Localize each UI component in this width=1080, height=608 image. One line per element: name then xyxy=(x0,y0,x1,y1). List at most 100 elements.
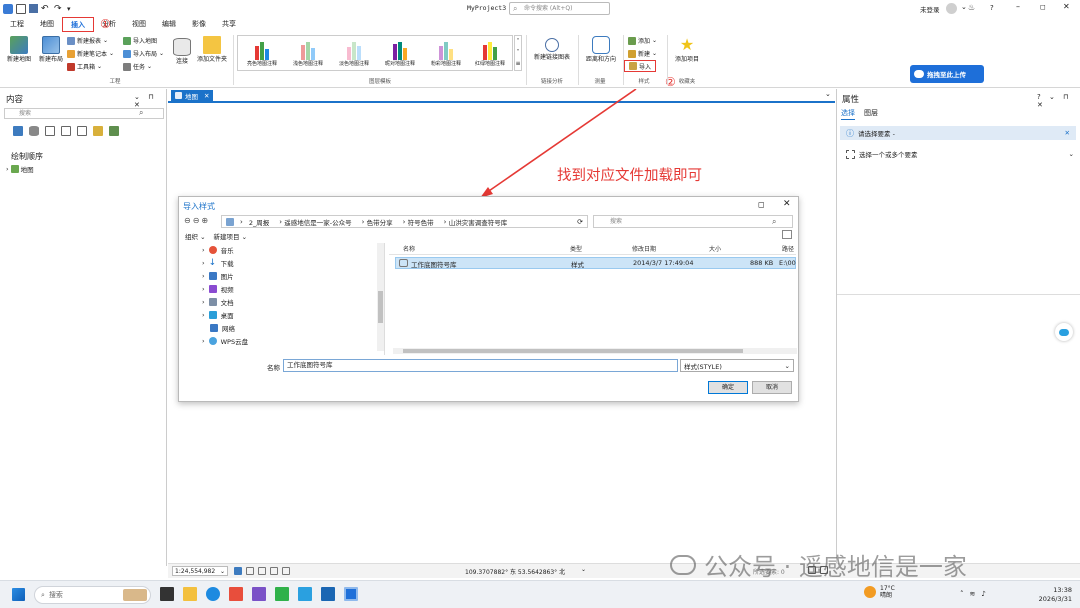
tree-item[interactable]: › 图片 xyxy=(202,271,234,281)
minimize-icon[interactable]: – xyxy=(1016,2,1020,11)
gallery-item[interactable]: 红绿地图注释 xyxy=(468,38,512,67)
task-button[interactable]: 任务 ⌄ xyxy=(123,62,152,71)
close-icon[interactable]: ✕ xyxy=(1065,129,1070,137)
new-item-button[interactable]: 新建项目 ⌄ xyxy=(214,231,248,241)
tab-imagery[interactable]: 影像 xyxy=(184,17,214,32)
tab-map-view[interactable]: 地图 ✕ xyxy=(171,90,214,101)
pane-controls[interactable]: ? ⌄ ⊓ ✕ xyxy=(1037,93,1080,109)
notification-icon[interactable]: ♨ xyxy=(968,3,975,12)
maximize-icon[interactable]: ◻ xyxy=(1040,3,1046,11)
select-features-row[interactable]: 选择一个或多个要素 ⌄ xyxy=(846,149,1074,159)
tab-layer[interactable]: 图层 xyxy=(864,108,878,118)
gallery-item[interactable]: 亮色地图注释 xyxy=(240,38,284,67)
gallery-item[interactable]: 浅色地图注释 xyxy=(286,38,330,67)
new-link-chart-button[interactable]: 新建链接图表 xyxy=(530,36,574,61)
drawing-order-icon[interactable] xyxy=(13,126,23,136)
close-icon[interactable]: ✕ xyxy=(1063,2,1070,11)
pane-controls[interactable]: ⌄ ⊓ ✕ xyxy=(134,93,166,109)
filename-input[interactable]: 工作底图符号库 xyxy=(283,359,678,372)
rotate-icon[interactable] xyxy=(270,567,278,575)
arcgis-pro-icon[interactable] xyxy=(344,587,358,601)
style-import-button[interactable]: 导入 xyxy=(624,60,657,72)
save-icon[interactable] xyxy=(29,4,38,13)
tab-view[interactable]: 视图 xyxy=(124,17,154,32)
upload-button[interactable]: 拖拽至此上传 xyxy=(910,65,984,83)
cancel-button[interactable]: 取消 xyxy=(752,381,792,394)
contents-search-input[interactable]: ⏷ 搜索 ⌕ xyxy=(4,108,164,119)
ok-button[interactable]: 确定 xyxy=(708,381,748,394)
windows-start-icon[interactable] xyxy=(12,588,25,601)
file-type-select[interactable]: 样式(STYLE) ⌄ xyxy=(680,359,794,372)
column-modified[interactable]: 修改日期 xyxy=(632,244,656,253)
refresh-icon[interactable]: ⟳ xyxy=(577,218,583,226)
path-segment[interactable]: 符号色带 xyxy=(408,217,434,227)
scrollbar-thumb[interactable] xyxy=(403,349,743,353)
import-layout-button[interactable]: 导入布局 ⌄ xyxy=(123,49,164,58)
volume-icon[interactable]: ♪ xyxy=(981,590,985,598)
wps-icon[interactable] xyxy=(229,587,243,601)
horizontal-scrollbar[interactable] xyxy=(393,348,797,354)
up-icon[interactable]: ⊕ xyxy=(201,216,208,225)
path-segment[interactable]: 山洪灾害调查符号库 xyxy=(449,217,508,227)
close-icon[interactable]: ✕ xyxy=(204,92,209,100)
taskbar-search[interactable]: ⌕ 搜索 xyxy=(34,586,151,604)
path-segment[interactable]: 遥感地信是一家-公众号 xyxy=(284,217,351,227)
tree-item[interactable]: › ↓ 下载 xyxy=(202,258,234,269)
refresh-icon[interactable] xyxy=(282,567,290,575)
editing-icon[interactable] xyxy=(61,126,71,136)
pan-icon[interactable] xyxy=(258,567,266,575)
snapping-icon[interactable] xyxy=(77,126,87,136)
column-type[interactable]: 类型 xyxy=(570,244,582,253)
path-segment[interactable]: 2_周报 xyxy=(249,217,269,227)
open-icon[interactable] xyxy=(16,3,26,14)
scale-select[interactable]: 1:24,554,982 ⌄ xyxy=(172,566,228,576)
help-icon[interactable]: ? xyxy=(990,4,994,12)
customize-icon[interactable]: ▾ xyxy=(67,4,77,14)
chevron-down-icon[interactable]: ⌄ xyxy=(581,566,586,573)
selection-icon[interactable] xyxy=(45,126,55,136)
wechat-icon[interactable] xyxy=(275,587,289,601)
tree-item[interactable]: 网络 xyxy=(202,323,235,333)
dialog-search-input[interactable]: 搜索 ⌕ xyxy=(593,215,793,228)
map-tree-item[interactable]: › 地图 xyxy=(6,164,34,174)
organize-button[interactable]: 组织 ⌄ xyxy=(185,231,206,241)
address-bar[interactable]: › 2_周报 › 遥感地信是一家-公众号 › 色带分享 › 符号色带 › 山洪灾害调查符… xyxy=(221,215,588,228)
grid-icon[interactable] xyxy=(246,567,254,575)
cloud-icon[interactable] xyxy=(298,587,312,601)
chevron-down-icon[interactable]: ⌄ xyxy=(961,3,967,11)
user-label[interactable]: 未登录 xyxy=(920,4,940,14)
task-view-icon[interactable] xyxy=(160,587,174,601)
fixed-zoom-icon[interactable] xyxy=(234,567,242,575)
command-search[interactable]: ⌕ 命令搜索 (Alt+Q) xyxy=(509,2,610,15)
file-row[interactable]: 工作底图符号库 样式 2014/3/7 17:49:04 888 KB E:\0… xyxy=(395,257,796,269)
weather-widget[interactable]: 17°C 晴朗 xyxy=(864,585,895,599)
column-size[interactable]: 大小 xyxy=(709,244,721,253)
column-path[interactable]: 路径 xyxy=(782,244,794,253)
tab-insert[interactable]: 插入 xyxy=(62,17,94,32)
redo-icon[interactable]: ↷ xyxy=(54,4,64,14)
connect-button[interactable]: 连接 xyxy=(171,38,193,65)
tab-select[interactable]: 选择 xyxy=(841,108,855,120)
add-item-button[interactable]: ★ 添加项目 xyxy=(672,36,702,64)
tree-item[interactable]: › 桌面 xyxy=(202,310,234,320)
style-new-button[interactable]: 新建 ⌄ xyxy=(628,49,657,58)
gallery-scroll[interactable]: ˄ ˅ ≡ xyxy=(514,35,522,71)
tree-item[interactable]: › WPS云盘 xyxy=(202,336,248,346)
tree-scrollbar[interactable] xyxy=(377,243,384,351)
column-name[interactable]: 名称 xyxy=(403,244,415,253)
scrollbar-thumb[interactable] xyxy=(378,291,383,323)
new-map-button[interactable]: 新建地图 xyxy=(4,36,34,63)
app-icon[interactable] xyxy=(252,587,266,601)
forward-icon[interactable]: ⊖ xyxy=(193,216,200,225)
gallery-item[interactable]: 昵对地图注释 xyxy=(378,38,422,67)
add-folder-button[interactable]: 添加文件夹 xyxy=(195,36,229,63)
undo-icon[interactable]: ↶ xyxy=(41,4,51,14)
path-segment[interactable]: 色带分享 xyxy=(367,217,393,227)
tab-share[interactable]: 共享 xyxy=(214,17,244,32)
back-icon[interactable]: ⊖ xyxy=(184,216,191,225)
toolbox-button[interactable]: 工具箱 ⌄ xyxy=(67,62,102,71)
new-notebook-button[interactable]: 新建笔记本 ⌄ xyxy=(67,49,114,58)
chevron-down-icon[interactable]: ⌄ xyxy=(825,90,831,98)
tree-item[interactable]: › 文档 xyxy=(202,297,234,307)
wifi-icon[interactable]: ≋ xyxy=(970,590,976,598)
